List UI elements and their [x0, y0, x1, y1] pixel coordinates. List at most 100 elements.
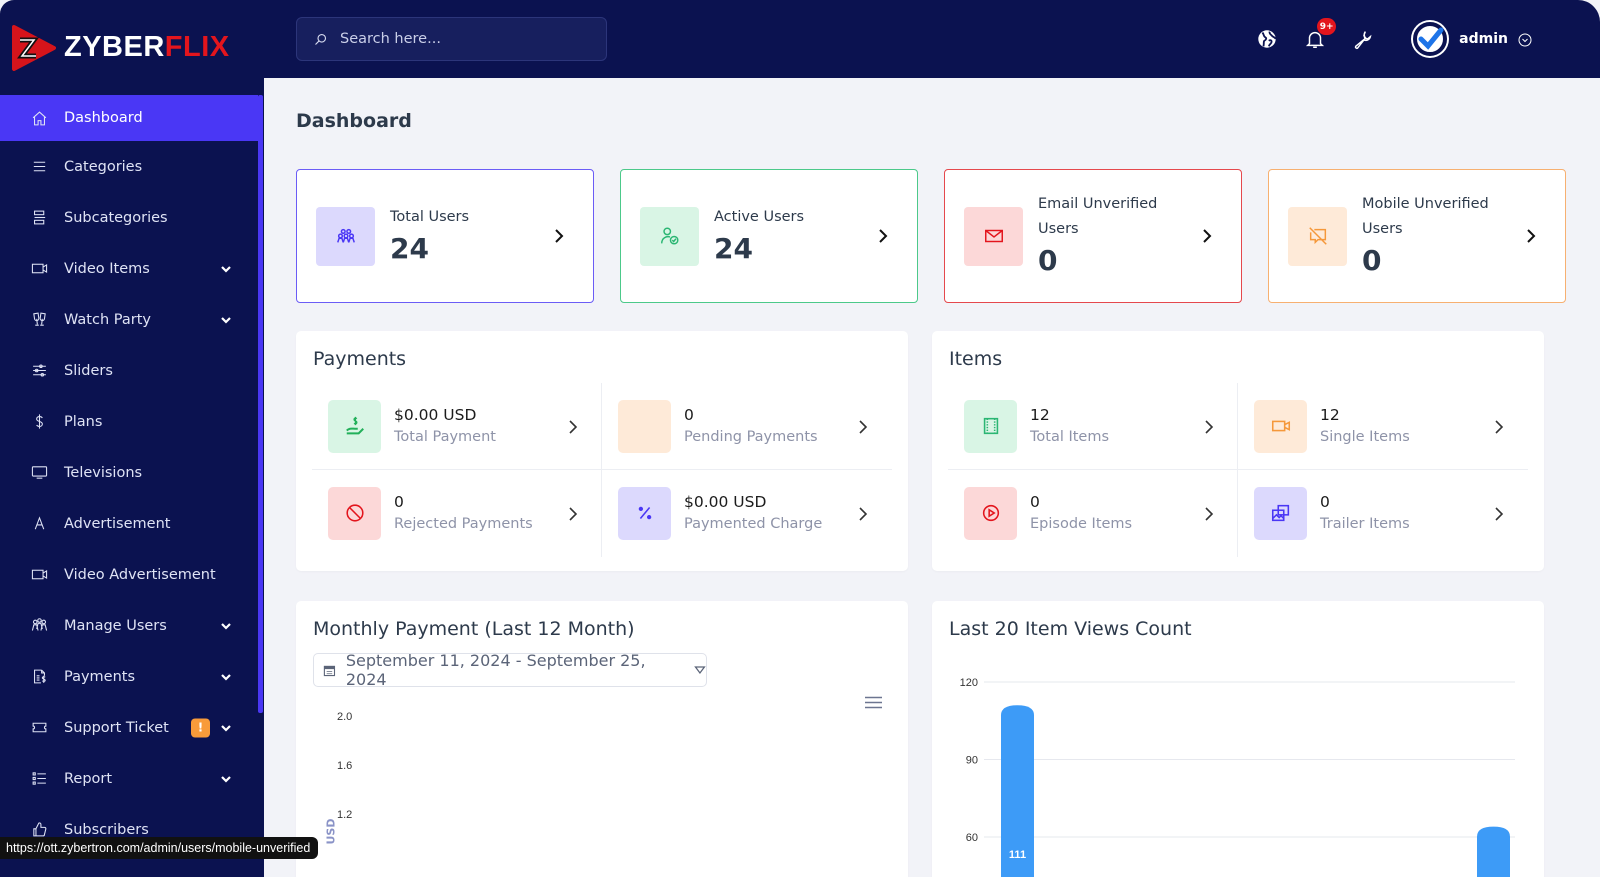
sidebar-item-label: Advertisement	[64, 515, 171, 532]
chevron-down-icon[interactable]	[220, 314, 232, 326]
stat-value: 0	[1038, 244, 1058, 277]
page-title: Dashboard	[296, 110, 412, 132]
y-tick-label: 90	[966, 755, 978, 767]
sidebar-item-support-ticket[interactable]: Support Ticket !	[0, 702, 264, 753]
sidebar-item-advertisement[interactable]: Advertisement	[0, 498, 264, 549]
items-episode[interactable]: 0 Episode Items	[948, 470, 1238, 556]
ban-icon	[328, 486, 381, 540]
stat-label: Total Users	[390, 208, 470, 225]
glasses-cheers-icon	[30, 311, 48, 329]
search-box[interactable]	[296, 17, 607, 61]
sidebar-item-label: Dashboard	[64, 110, 143, 126]
sidebar-item-label: Support Ticket	[64, 719, 169, 736]
sidebar-item-report[interactable]: Report	[0, 753, 264, 804]
item-views-panel: Last 20 Item Views Count 120 90 60 111	[932, 601, 1544, 877]
globe-icon[interactable]	[1255, 27, 1279, 51]
items-total[interactable]: 12 Total Items	[948, 383, 1238, 469]
stat-card-mobile-unverified[interactable]: Mobile Unverified Users 0	[1268, 169, 1566, 303]
sidebar-item-label: Payments	[64, 668, 136, 685]
date-range-picker[interactable]: September 11, 2024 - September 25, 2024	[313, 651, 707, 689]
chevron-right-icon[interactable]	[877, 228, 889, 244]
chevron-down-icon[interactable]	[220, 722, 232, 734]
chevron-right-icon[interactable]	[1525, 228, 1537, 244]
video-icon	[1254, 399, 1307, 453]
stat-card-email-unverified[interactable]: Email Unverified Users 0	[944, 169, 1242, 303]
sidebar-item-video-items[interactable]: Video Items	[0, 243, 264, 294]
stat-cards: Total Users 24 Active Users 24 Email Unv…	[296, 169, 1566, 303]
y-tick-label: 120	[960, 677, 978, 689]
photos-icon	[1254, 486, 1307, 540]
brand-name: ZYBERFLIX	[64, 31, 230, 63]
stat-label: Email Unverified Users	[1038, 196, 1158, 237]
payment-rejected[interactable]: 0 Rejected Payments	[312, 470, 602, 556]
stat-card-active-users[interactable]: Active Users 24	[620, 169, 918, 303]
bell-icon[interactable]: 9+	[1303, 18, 1337, 51]
chart-title: Monthly Payment (Last 12 Month)	[313, 618, 635, 640]
sidebar-item-video-advertisement[interactable]: Video Advertisement	[0, 549, 264, 600]
search-input[interactable]	[340, 31, 580, 47]
sidebar-item-plans[interactable]: Plans	[0, 396, 264, 447]
percent-icon	[618, 486, 671, 540]
payment-total[interactable]: $0.00 USD Total Payment	[312, 383, 602, 469]
panel-title: Payments	[313, 348, 407, 370]
sidebar-scrollbar-thumb[interactable]	[258, 95, 263, 713]
item-value: 12	[1030, 406, 1050, 424]
sidebar-item-categories[interactable]: Categories	[0, 141, 264, 192]
mail-icon	[964, 206, 1023, 266]
chevron-right-icon[interactable]	[1204, 419, 1214, 434]
avatar[interactable]	[1411, 20, 1450, 58]
sidebar-item-televisions[interactable]: Televisions	[0, 447, 264, 498]
payment-charge[interactable]: $0.00 USD Paymented Charge	[602, 470, 892, 556]
payment-value: $0.00 USD	[684, 493, 767, 511]
y-tick-label: 60	[966, 832, 978, 844]
payments-panel: Payments $0.00 USD Total Payment 0 Pendi…	[296, 331, 908, 571]
logo-play-icon	[10, 24, 56, 71]
chevron-right-icon[interactable]	[568, 419, 578, 434]
item-views-chart: 120 90 60 111	[960, 677, 1515, 877]
chevron-right-icon[interactable]	[1494, 419, 1504, 434]
sidebar-item-payments[interactable]: Payments	[0, 651, 264, 702]
sidebar-item-sliders[interactable]: Sliders	[0, 345, 264, 396]
item-value: 12	[1320, 406, 1340, 424]
chevron-right-icon[interactable]	[568, 506, 578, 521]
items-trailer[interactable]: 0 Trailer Items	[1238, 470, 1528, 556]
items-single[interactable]: 12 Single Items	[1238, 383, 1528, 469]
payment-pending[interactable]: 0 Pending Payments	[602, 383, 892, 469]
film-icon	[964, 399, 1017, 453]
chevron-down-circle-icon[interactable]	[1518, 32, 1532, 47]
chevron-right-icon[interactable]	[858, 419, 868, 434]
wrench-icon[interactable]	[1351, 27, 1375, 51]
payments-grid: $0.00 USD Total Payment 0 Pending Paymen…	[312, 383, 892, 557]
user-name[interactable]: admin	[1459, 31, 1508, 47]
chevron-right-icon[interactable]	[858, 506, 868, 521]
sidebar-item-label: Video Items	[64, 260, 150, 277]
stat-value: 0	[1362, 244, 1382, 277]
stat-value: 24	[390, 231, 429, 265]
chevron-down-icon[interactable]	[220, 620, 232, 632]
stat-card-total-users[interactable]: Total Users 24	[296, 169, 594, 303]
chevron-right-icon[interactable]	[1204, 506, 1214, 521]
y-tick-label: 2.0	[337, 711, 353, 723]
sidebar-item-watch-party[interactable]: Watch Party	[0, 294, 264, 345]
date-range-value: September 11, 2024 - September 25, 2024	[345, 651, 646, 689]
chevron-right-icon[interactable]	[1201, 228, 1213, 244]
brand-logo[interactable]: ZYBERFLIX	[0, 0, 264, 95]
ticket-icon	[30, 719, 48, 737]
monthly-payment-panel: Monthly Payment (Last 12 Month) Septembe…	[296, 601, 908, 877]
chevron-down-icon[interactable]	[220, 671, 232, 683]
chevron-right-icon[interactable]	[1494, 506, 1504, 521]
letter-a-icon	[30, 515, 48, 533]
sidebar-item-manage-users[interactable]: Manage Users	[0, 600, 264, 651]
chevron-down-icon[interactable]	[220, 773, 232, 785]
sidebar-item-label: Video Advertisement	[64, 566, 216, 583]
payment-label: Rejected Payments	[394, 516, 533, 532]
sidebar-item-subcategories[interactable]: Subcategories	[0, 192, 264, 243]
chart-menu-hamburger-icon[interactable]	[865, 694, 882, 709]
chevron-down-icon[interactable]	[220, 263, 232, 275]
sidebar-item-dashboard[interactable]: Dashboard	[0, 95, 258, 141]
y-tick-label: 1.6	[337, 760, 353, 772]
item-value: 0	[1030, 493, 1040, 511]
bar[interactable]	[1477, 826, 1510, 877]
items-panel: Items 12 Total Items 12 Single Items 0 E…	[932, 331, 1544, 571]
chevron-right-icon[interactable]	[553, 228, 565, 244]
